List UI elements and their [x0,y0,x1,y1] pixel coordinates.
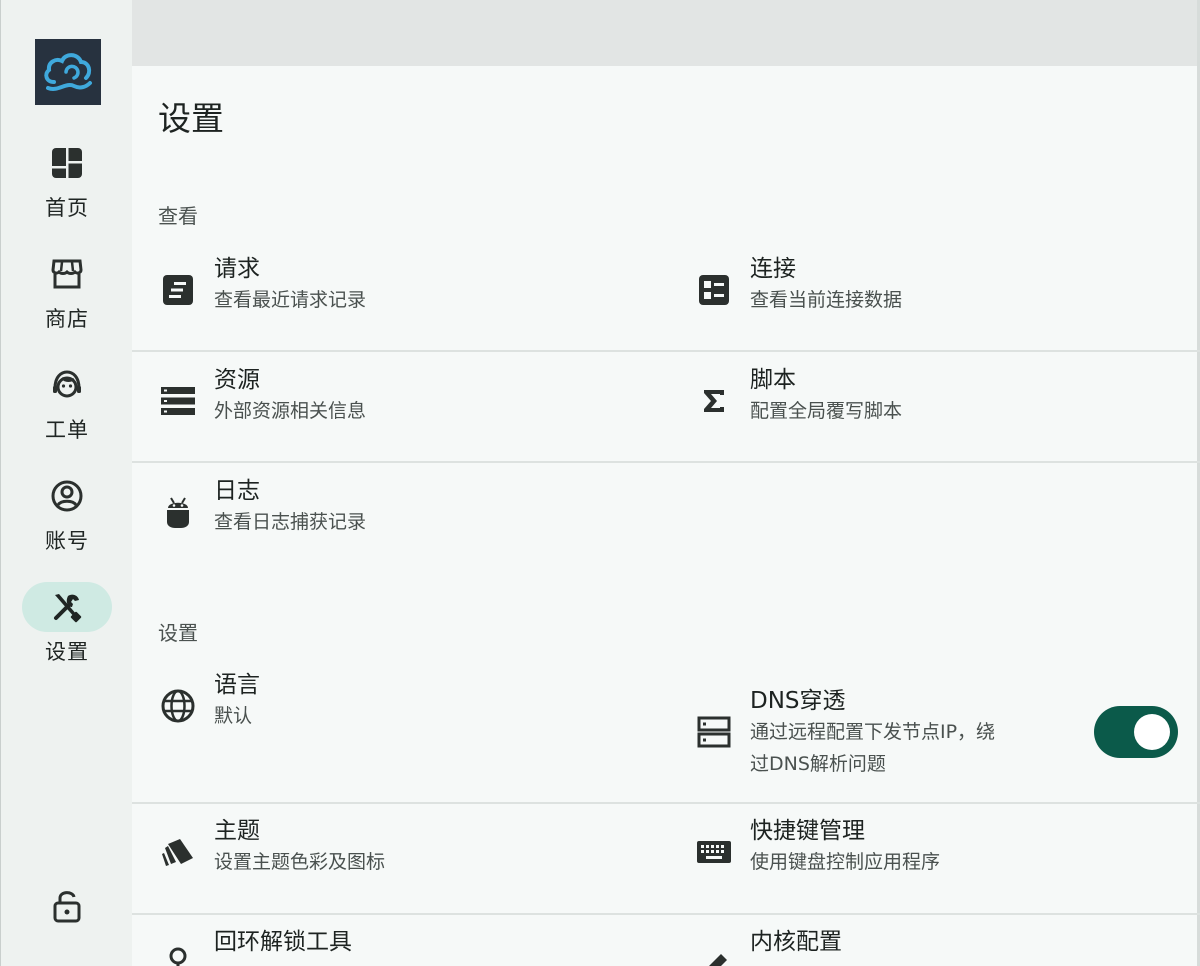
settings-item-logs[interactable]: 日志 查看日志捕获记录 [158,476,366,538]
cloud-logo-icon [44,53,92,91]
lock-button[interactable] [47,886,87,926]
item-title: 快捷键管理 [750,818,865,844]
item-subtitle: 外部资源相关信息 [214,400,367,422]
item-subtitle-line1: 通过远程配置下发节点IP，绕 [750,721,996,743]
theme-cards-icon [162,839,193,866]
account-circle-icon [51,480,83,512]
main-content: 设置 查看 请求 查看最近请求记录 连接 查看当前连接数据 资源 外部资源相关信… [132,0,1200,966]
nav-item-tickets[interactable]: 工单 [1,360,133,444]
divider [132,350,1200,352]
android-icon [167,497,189,528]
store-icon [51,259,83,289]
nav-label: 设置 [45,640,89,664]
section-title-view: 查看 [158,204,198,228]
settings-item-requests[interactable]: 请求 查看最近请求记录 [158,254,366,316]
item-subtitle-line2: 过DNS解析问题 [750,753,886,775]
app-logo [35,39,101,105]
item-subtitle: 设置主题色彩及图标 [214,851,386,873]
storage-icon [161,387,195,415]
item-title: 资源 [214,367,260,393]
item-subtitle: 使用键盘控制应用程序 [750,851,941,873]
keyboard-icon [697,841,731,863]
settings-item-connections[interactable]: 连接 查看当前连接数据 [694,254,902,316]
top-bar [132,0,1200,66]
request-icon [163,275,193,305]
tools-icon [54,594,82,623]
edit-icon [709,954,727,966]
settings-item-dns[interactable]: DNS穿透 通过远程配置下发节点IP，绕 过DNS解析问题 [694,686,1070,780]
dns-toggle-switch[interactable] [1094,706,1178,758]
connections-icon [699,275,729,305]
settings-item-scripts[interactable]: 脚本 配置全局覆写脚本 [694,365,902,427]
item-title: 请求 [214,256,260,282]
item-title: 语言 [214,672,260,698]
item-subtitle: 查看当前连接数据 [750,289,903,311]
item-subtitle: 默认 [214,705,253,727]
section-title-settings: 设置 [158,621,198,645]
nav-item-store[interactable]: 商店 [1,249,133,333]
settings-item-theme[interactable]: 主题 设置主题色彩及图标 [158,816,385,878]
key-icon [169,947,187,966]
page-title: 设置 [158,99,224,138]
nav-item-account[interactable]: 账号 [1,471,133,555]
nav-label: 工单 [45,418,89,442]
lock-open-icon [53,891,81,923]
settings-item-core[interactable]: 内核配置 [694,927,842,966]
divider [132,461,1200,463]
nav-item-home[interactable]: 首页 [1,138,133,222]
item-subtitle: 查看最近请求记录 [214,289,367,311]
item-title: 回环解锁工具 [214,929,352,955]
dns-icon [697,716,731,748]
item-title: 连接 [750,256,796,282]
item-subtitle: 查看日志捕获记录 [214,511,367,533]
divider [132,802,1200,804]
toggle-knob [1134,714,1170,750]
item-title: 主题 [214,818,260,844]
nav-item-settings[interactable]: 设置 [1,582,133,666]
sidebar: 首页 商店 工单 账号 设置 [0,0,132,966]
support-agent-icon [53,370,81,398]
nav-label: 商店 [45,307,89,331]
settings-item-loopback[interactable]: 回环解锁工具 [158,927,352,966]
item-title: DNS穿透 [750,688,846,714]
item-subtitle: 配置全局覆写脚本 [750,400,903,422]
nav-label: 账号 [45,529,89,553]
divider [132,913,1200,915]
settings-item-language[interactable]: 语言 默认 [158,670,260,732]
nav-label: 首页 [45,196,89,220]
item-title: 内核配置 [750,929,842,955]
settings-item-hotkeys[interactable]: 快捷键管理 使用键盘控制应用程序 [694,816,940,878]
settings-item-resources[interactable]: 资源 外部资源相关信息 [158,365,366,427]
item-title: 脚本 [750,367,796,393]
globe-icon [161,689,195,723]
dashboard-icon [52,148,82,178]
item-title: 日志 [214,478,260,504]
sigma-icon [704,390,724,412]
